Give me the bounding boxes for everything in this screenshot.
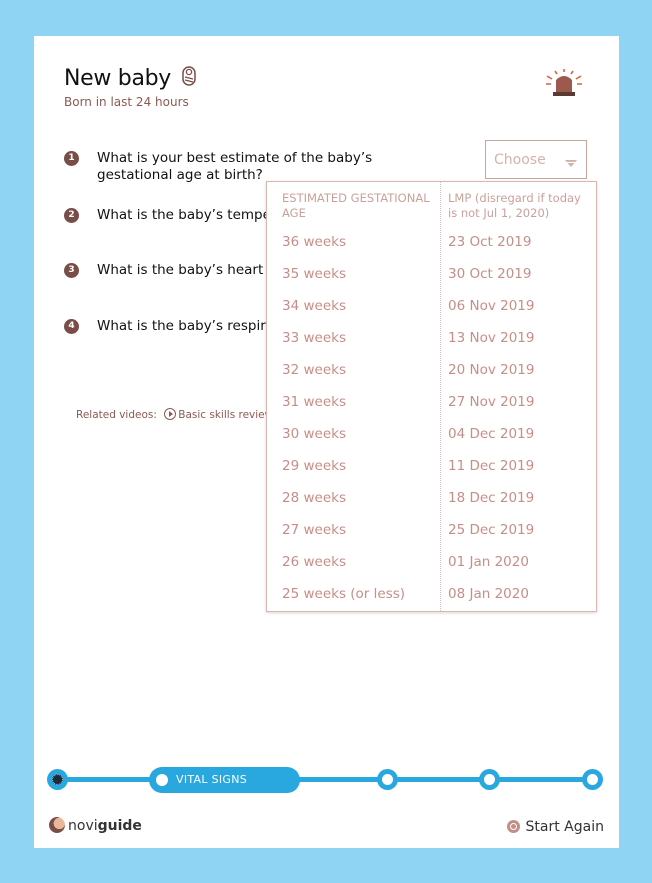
progress-step[interactable]	[479, 769, 500, 790]
logo-text-prefix: novi	[68, 818, 98, 834]
dropdown-option[interactable]: 30 weeks 04 Dec 2019	[267, 420, 596, 452]
option-weeks: 28 weeks	[282, 490, 346, 506]
question-number: 2	[64, 208, 79, 223]
option-weeks: 31 weeks	[282, 394, 346, 410]
noviguide-logo: noviguide	[49, 817, 142, 834]
dropdown-option[interactable]: 33 weeks 13 Nov 2019	[267, 324, 596, 356]
logo-text-suffix: guide	[97, 818, 142, 834]
option-lmp: 13 Nov 2019	[448, 330, 535, 346]
page-title: New baby	[64, 66, 172, 91]
progress-step-label: VITAL SIGNS	[176, 773, 248, 786]
option-lmp: 01 Jan 2020	[448, 554, 529, 570]
option-weeks: 29 weeks	[282, 458, 346, 474]
progress-tracker: VITAL SIGNS	[47, 767, 605, 793]
question-number: 4	[64, 319, 79, 334]
option-weeks: 33 weeks	[282, 330, 346, 346]
option-weeks: 36 weeks	[282, 234, 346, 250]
option-lmp: 11 Dec 2019	[448, 458, 535, 474]
option-weeks: 34 weeks	[282, 298, 346, 314]
option-weeks: 32 weeks	[282, 362, 346, 378]
option-lmp: 04 Dec 2019	[448, 426, 535, 442]
related-videos-label: Related videos:	[76, 409, 157, 421]
start-again-label: Start Again	[525, 819, 604, 835]
dropdown-header-age: ESTIMATED GESTATIONAL AGE	[282, 191, 430, 220]
progress-step[interactable]	[377, 769, 398, 790]
option-weeks: 25 weeks (or less)	[282, 586, 406, 602]
gestational-age-select[interactable]: Choose	[485, 140, 587, 179]
dropdown-option[interactable]: 32 weeks 20 Nov 2019	[267, 356, 596, 388]
option-lmp: 25 Dec 2019	[448, 522, 535, 538]
question-text: What is your best estimate of the baby’s…	[97, 150, 373, 183]
dropdown-option[interactable]: 28 weeks 18 Dec 2019	[267, 484, 596, 516]
question-number: 3	[64, 263, 79, 278]
chevron-down-icon	[564, 153, 578, 172]
question-number: 1	[64, 151, 79, 166]
option-weeks: 26 weeks	[282, 554, 346, 570]
progress-step-current[interactable]: VITAL SIGNS	[149, 767, 300, 793]
play-icon[interactable]	[164, 408, 177, 420]
logo-mark-icon	[49, 817, 65, 833]
option-lmp: 06 Nov 2019	[448, 298, 535, 314]
page-subtitle: Born in last 24 hours	[64, 95, 189, 109]
progress-step-start[interactable]	[47, 769, 68, 790]
related-video-link[interactable]: Basic skills review	[178, 409, 273, 421]
emergency-siren-icon[interactable]	[542, 68, 586, 102]
related-videos: Related videos: Basic skills review	[76, 408, 273, 421]
option-lmp: 08 Jan 2020	[448, 586, 529, 602]
option-lmp: 23 Oct 2019	[448, 234, 532, 250]
dropdown-option[interactable]: 29 weeks 11 Dec 2019	[267, 452, 596, 484]
progress-track	[57, 777, 595, 782]
option-lmp: 20 Nov 2019	[448, 362, 535, 378]
swaddled-baby-icon	[182, 66, 196, 90]
option-lmp: 27 Nov 2019	[448, 394, 535, 410]
select-placeholder: Choose	[494, 152, 546, 168]
dropdown-option[interactable]: 25 weeks (or less) 08 Jan 2020	[267, 580, 596, 612]
option-weeks: 27 weeks	[282, 522, 346, 538]
main-card: New baby Born in last 24 hours 1 What is…	[34, 36, 619, 848]
progress-step-end[interactable]	[582, 769, 603, 790]
dropdown-option[interactable]: 26 weeks 01 Jan 2020	[267, 548, 596, 580]
option-weeks: 35 weeks	[282, 266, 346, 282]
dropdown-option[interactable]: 27 weeks 25 Dec 2019	[267, 516, 596, 548]
option-lmp: 30 Oct 2019	[448, 266, 532, 282]
option-lmp: 18 Dec 2019	[448, 490, 535, 506]
dropdown-option[interactable]: 36 weeks 23 Oct 2019	[267, 228, 596, 260]
dropdown-option[interactable]: 34 weeks 06 Nov 2019	[267, 292, 596, 324]
start-again-button[interactable]: Start Again	[506, 819, 604, 835]
gestational-age-dropdown[interactable]: ESTIMATED GESTATIONAL AGE LMP (disregard…	[266, 181, 597, 612]
dropdown-option[interactable]: 31 weeks 27 Nov 2019	[267, 388, 596, 420]
dropdown-option[interactable]: 35 weeks 30 Oct 2019	[267, 260, 596, 292]
option-weeks: 30 weeks	[282, 426, 346, 442]
progress-dot	[156, 774, 168, 786]
restart-icon	[506, 820, 520, 833]
dropdown-header-lmp: LMP (disregard if today is not Jul 1, 20…	[448, 191, 581, 220]
